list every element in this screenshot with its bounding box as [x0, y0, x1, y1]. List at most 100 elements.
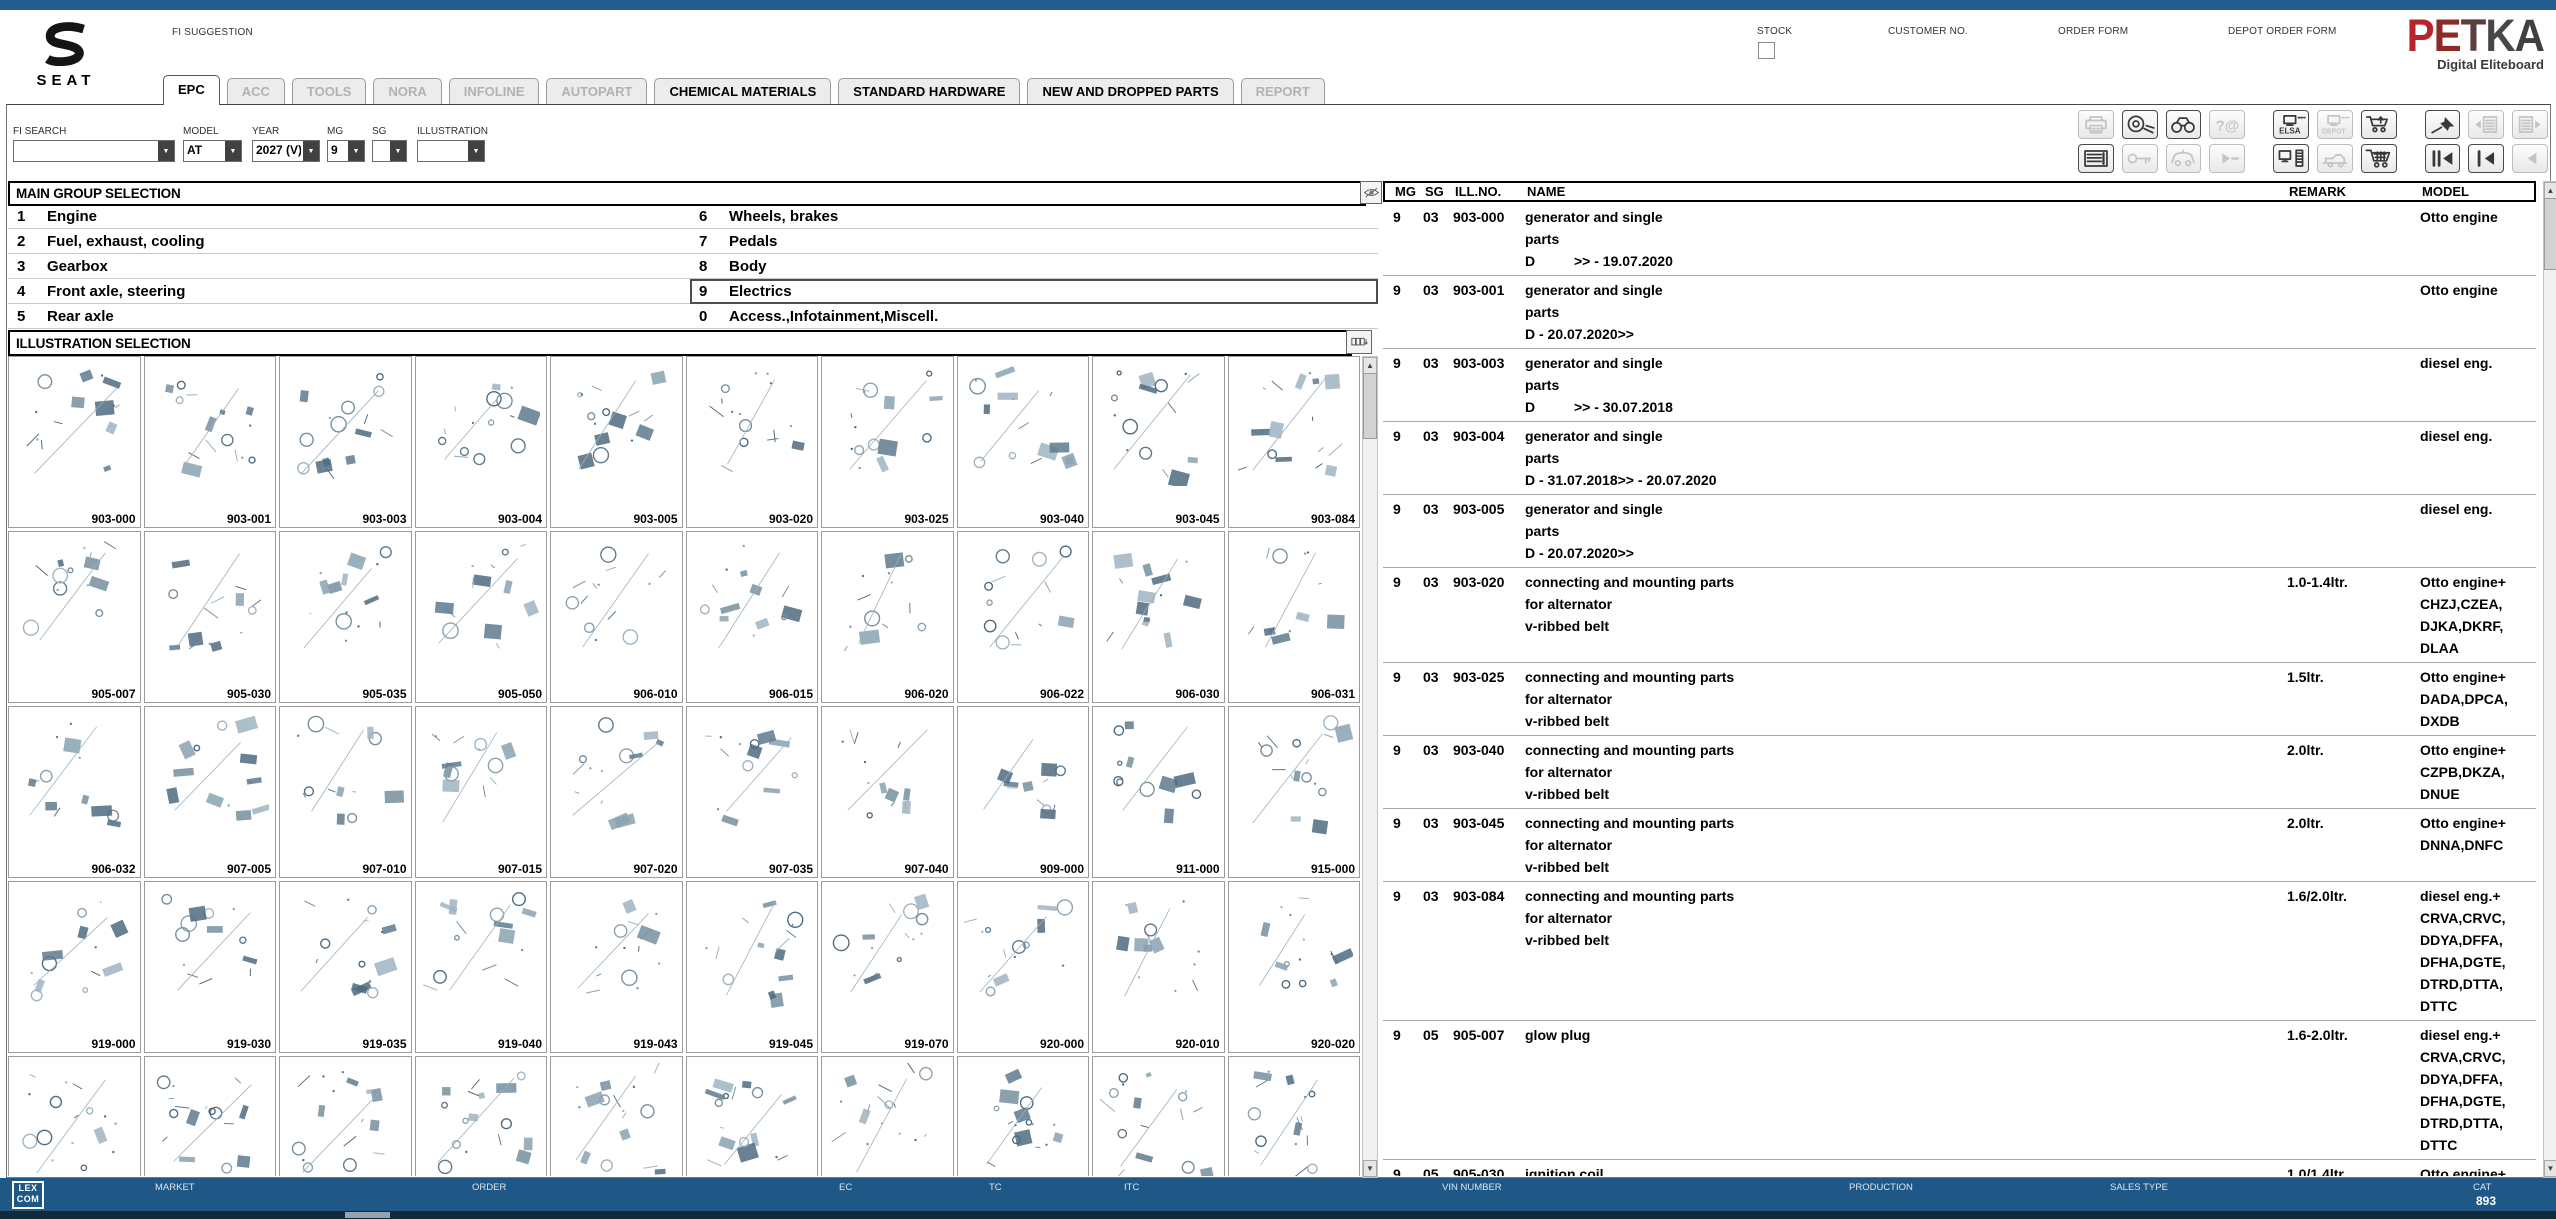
illustration-cell-907-035[interactable]: 907-035 — [686, 706, 819, 878]
illustration-cell[interactable] — [1228, 1056, 1361, 1176]
tab-chemical-materials[interactable]: CHEMICAL MATERIALS — [654, 78, 831, 105]
list-button[interactable] — [2078, 144, 2114, 173]
illustration-cell[interactable] — [415, 1056, 548, 1176]
grid-view-button[interactable] — [1346, 330, 1372, 354]
illustration-cell-903-084[interactable]: 903-084 — [1228, 356, 1361, 528]
illustration-cell-907-040[interactable]: 907-040 — [821, 706, 954, 878]
model-combo[interactable]: AT▼ — [183, 140, 242, 162]
parts-row-905-007[interactable]: 905905-007glow plug1.6-2.0ltr.diesel eng… — [1383, 1021, 2536, 1160]
parts-row-903-020[interactable]: 903903-020connecting and mounting parts … — [1383, 568, 2536, 663]
parts-row-903-084[interactable]: 903903-084connecting and mounting parts … — [1383, 882, 2536, 1021]
illustration-cell-907-005[interactable]: 907-005 — [144, 706, 277, 878]
illustration-cell-920-010[interactable]: 920-010 — [1092, 881, 1225, 1053]
illustration-cell-905-035[interactable]: 905-035 — [279, 531, 412, 703]
parts-row-903-005[interactable]: 903903-005generator and single parts D -… — [1383, 495, 2536, 568]
illustration-cell[interactable] — [550, 1056, 683, 1176]
illustration-cell[interactable] — [8, 1056, 141, 1176]
stock-checkbox[interactable] — [1758, 42, 1775, 59]
elsa-monitor-button[interactable]: ELSA — [2273, 110, 2309, 139]
illustration-cell-919-070[interactable]: 919-070 — [821, 881, 954, 1053]
main-group-item-pedals[interactable]: 7Pedals — [690, 229, 1378, 254]
sg-combo[interactable]: ▼ — [372, 140, 407, 162]
illustration-cell-906-022[interactable]: 906-022 — [957, 531, 1090, 703]
illustration-cell-903-005[interactable]: 903-005 — [550, 356, 683, 528]
parts-row-903-004[interactable]: 903903-004generator and single parts D -… — [1383, 422, 2536, 495]
illustration-scroll-down-button[interactable]: ▼ — [1363, 1160, 1377, 1177]
illustration-cell-903-003[interactable]: 903-003 — [279, 356, 412, 528]
illustration-cell-906-015[interactable]: 906-015 — [686, 531, 819, 703]
illustration-cell-919-000[interactable]: 919-000 — [8, 881, 141, 1053]
illustration-cell-905-030[interactable]: 905-030 — [144, 531, 277, 703]
illustration-cell-907-020[interactable]: 907-020 — [550, 706, 683, 878]
chevron-down-icon[interactable]: ▼ — [348, 141, 364, 161]
fi-search-combo[interactable]: ▼ — [13, 140, 175, 162]
parts-scroll-thumb[interactable] — [2544, 198, 2556, 270]
main-group-item-rear-axle[interactable]: 5Rear axle — [8, 304, 690, 329]
main-group-item-fuel-exhaust-cooling[interactable]: 2Fuel, exhaust, cooling — [8, 229, 690, 254]
parts-scroll-down-button[interactable]: ▼ — [2544, 1160, 2556, 1177]
illustration-cell[interactable] — [957, 1056, 1090, 1176]
illustration-combo[interactable]: ▼ — [417, 140, 485, 162]
illustration-cell[interactable] — [821, 1056, 954, 1176]
chevron-down-icon[interactable]: ▼ — [225, 141, 241, 161]
illustration-cell-903-020[interactable]: 903-020 — [686, 356, 819, 528]
chevron-down-icon[interactable]: ▼ — [158, 141, 174, 161]
illustration-cell-919-040[interactable]: 919-040 — [415, 881, 548, 1053]
parts-row-903-025[interactable]: 903903-025connecting and mounting parts … — [1383, 663, 2536, 736]
illustration-cell-906-030[interactable]: 906-030 — [1092, 531, 1225, 703]
illustration-cell[interactable] — [686, 1056, 819, 1176]
illustration-cell-903-040[interactable]: 903-040 — [957, 356, 1090, 528]
cart-button[interactable] — [2361, 144, 2397, 173]
main-group-item-wheels-brakes[interactable]: 6Wheels, brakes — [690, 204, 1378, 229]
illustration-cell-906-032[interactable]: 906-032 — [8, 706, 141, 878]
illustration-cell[interactable] — [144, 1056, 277, 1176]
illustration-cell-903-000[interactable]: 903-000 — [8, 356, 141, 528]
main-group-item-access-infotainment-miscell[interactable]: 0Access.,Infotainment,Miscell. — [690, 304, 1378, 329]
parts-row-903-003[interactable]: 903903-003generator and single parts D >… — [1383, 349, 2536, 422]
parts-scroll-up-button[interactable]: ▲ — [2544, 182, 2556, 199]
main-group-item-front-axle-steering[interactable]: 4Front axle, steering — [8, 279, 690, 304]
binoculars-button[interactable] — [2166, 110, 2202, 139]
parts-row-903-000[interactable]: 903903-000generator and single parts D >… — [1383, 203, 2536, 276]
illustration-scroll-up-button[interactable]: ▲ — [1363, 357, 1377, 374]
illustration-cell-903-001[interactable]: 903-001 — [144, 356, 277, 528]
illustration-cell[interactable] — [1092, 1056, 1225, 1176]
illustration-cell-920-020[interactable]: 920-020 — [1228, 881, 1361, 1053]
cart-add-button[interactable] — [2361, 110, 2397, 139]
illustration-cell-905-050[interactable]: 905-050 — [415, 531, 548, 703]
main-group-item-electrics[interactable]: 9Electrics — [690, 279, 1378, 304]
illustration-cell-906-010[interactable]: 906-010 — [550, 531, 683, 703]
illustration-cell-906-020[interactable]: 906-020 — [821, 531, 954, 703]
main-group-item-engine[interactable]: 1Engine — [8, 204, 690, 229]
chevron-down-icon[interactable]: ▼ — [390, 141, 406, 161]
illustration-cell-919-035[interactable]: 919-035 — [279, 881, 412, 1053]
parts-row-903-045[interactable]: 903903-045connecting and mounting parts … — [1383, 809, 2536, 882]
parts-row-903-040[interactable]: 903903-040connecting and mounting parts … — [1383, 736, 2536, 809]
illustration-cell-903-004[interactable]: 903-004 — [415, 356, 548, 528]
illustration-cell-907-015[interactable]: 907-015 — [415, 706, 548, 878]
illustration-cell-915-000[interactable]: 915-000 — [1228, 706, 1361, 878]
chevron-down-icon[interactable]: ▼ — [468, 141, 484, 161]
illustration-cell-919-045[interactable]: 919-045 — [686, 881, 819, 1053]
illustration-cell-911-000[interactable]: 911-000 — [1092, 706, 1225, 878]
monitor-parts-button[interactable] — [2273, 144, 2309, 173]
main-group-item-gearbox[interactable]: 3Gearbox — [8, 254, 690, 279]
illustration-cell-909-000[interactable]: 909-000 — [957, 706, 1090, 878]
chevron-down-icon[interactable]: ▼ — [303, 141, 319, 161]
year-combo[interactable]: 2027 (V)▼ — [252, 140, 320, 162]
mg-combo[interactable]: 9▼ — [327, 140, 365, 162]
illustration-cell[interactable] — [279, 1056, 412, 1176]
hide-panel-button[interactable] — [1360, 181, 1382, 204]
pin-button[interactable] — [2425, 110, 2461, 139]
nav-first-button[interactable] — [2425, 144, 2461, 173]
illustration-cell-903-025[interactable]: 903-025 — [821, 356, 954, 528]
wheel-button[interactable] — [2122, 110, 2158, 139]
main-group-item-body[interactable]: 8Body — [690, 254, 1378, 279]
illustration-cell-907-010[interactable]: 907-010 — [279, 706, 412, 878]
illustration-cell-903-045[interactable]: 903-045 — [1092, 356, 1225, 528]
parts-row-905-030[interactable]: 905905-030ignition coil1.0/1.4ltr.Otto e… — [1383, 1160, 2536, 1176]
tab-new-and-dropped-parts[interactable]: NEW AND DROPPED PARTS — [1027, 78, 1233, 105]
tab-epc[interactable]: EPC — [163, 75, 220, 105]
illustration-cell-920-000[interactable]: 920-000 — [957, 881, 1090, 1053]
illustration-cell-905-007[interactable]: 905-007 — [8, 531, 141, 703]
